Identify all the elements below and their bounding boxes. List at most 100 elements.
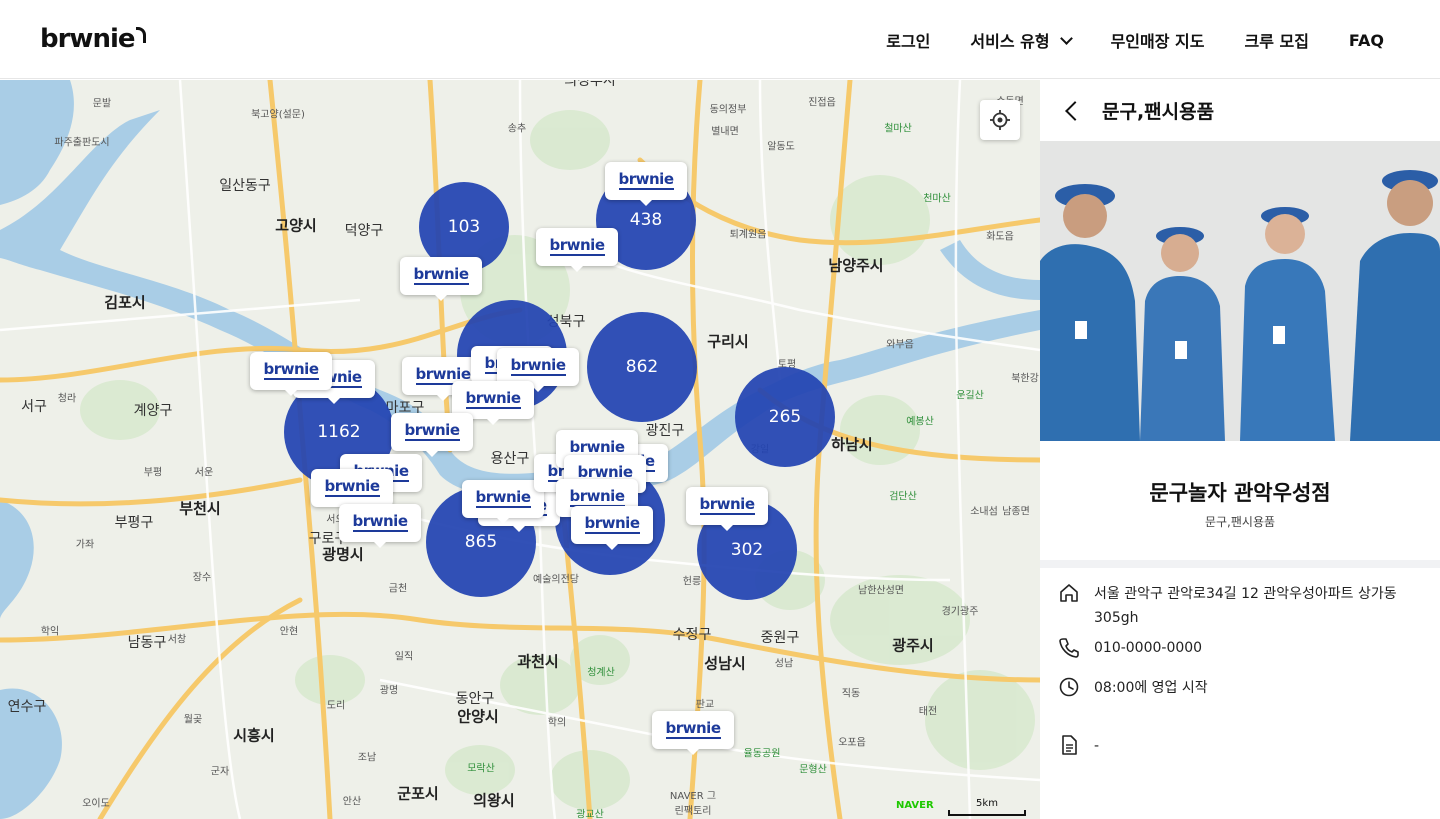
section-divider [1040, 560, 1440, 568]
nav-store-map-label: 무인매장 지도 [1110, 32, 1205, 51]
map-label-small: 퇴계원읍 [729, 229, 767, 241]
map-label-district: 덕양구 [344, 223, 384, 239]
map-label-small: 경기광주 [941, 606, 979, 618]
map-label-park: 검단산 [889, 491, 917, 503]
top-nav: 로그인 서비스 유형 무인매장 지도 크루 모집 FAQ [886, 28, 1384, 52]
panel-header: 문구,팬시용품 [1040, 80, 1440, 141]
map-label-city: 광주시 [892, 636, 934, 655]
map-label-park: 율동공원 [743, 748, 781, 760]
map-label-small: 소내섬 [970, 506, 998, 518]
nav-service-type-label: 서비스 유형 [970, 32, 1050, 51]
pin-logo: brwnie [465, 389, 521, 409]
map-store-pin[interactable]: brwnie [686, 487, 768, 531]
map-label-small: 조남 [357, 752, 377, 764]
map-label-small: 남한산성면 [858, 585, 904, 597]
map-label-park: 예봉산 [906, 416, 934, 428]
map-label-small: NAVER 그린팩토리 [669, 791, 717, 817]
store-category: 문구,팬시용품 [1204, 515, 1276, 529]
pin-logo: brwnie [352, 512, 408, 532]
map-store-pin[interactable]: brwnie [400, 257, 482, 301]
map-label-district: 동안구 [455, 691, 495, 707]
map-label-small: 장수 [192, 572, 212, 584]
map-label-small: 서운 [194, 467, 214, 479]
map-label-district: 일산동구 [219, 178, 271, 194]
map-label-park: 문형산 [799, 764, 827, 776]
nav-faq-label: FAQ [1348, 30, 1384, 50]
map-label-district: 남동구 [127, 635, 167, 651]
map-store-pin[interactable]: brwnie [339, 504, 421, 548]
map-store-pin[interactable]: brwnie [250, 352, 332, 396]
note-text: - [1094, 738, 1100, 754]
brwnie-logo[interactable]: brwnie [40, 24, 146, 54]
nav-service-type[interactable]: 서비스 유형 [970, 28, 1073, 52]
map-store-pin[interactable]: brwnie [536, 228, 618, 272]
map-label-city: 의왕시 [473, 791, 515, 810]
map-label-small: 금천 [388, 583, 408, 595]
locate-me-button[interactable] [980, 100, 1020, 140]
map-label-district: 서구 [21, 399, 47, 415]
map-label-small: 안산 [342, 796, 362, 808]
map-label-small: 학익 [40, 626, 60, 638]
nav-crew-recruit[interactable]: 크루 모집 [1244, 28, 1308, 52]
pin-logo: brwnie [475, 488, 531, 508]
map-label-district: 계양구 [133, 403, 173, 419]
map-store-pin[interactable]: brwnie [462, 480, 544, 524]
map-label-small: 파주출판도시 [54, 137, 110, 149]
map-label-park: 청계산 [587, 667, 615, 679]
nav-store-map[interactable]: 무인매장 지도 [1111, 28, 1205, 52]
map-label-district: 용산구 [490, 451, 530, 467]
map-label-small: 직동 [841, 688, 861, 700]
map-label-small: 판교 [695, 699, 715, 711]
map-cluster[interactable]: 862 [587, 312, 697, 422]
map-cluster[interactable]: 265 [735, 367, 835, 467]
map-label-district: 의정부시 [564, 80, 616, 89]
store-name: 문구놀자 관악우성점 [1149, 481, 1331, 505]
info-address: 서울 관악구 관악로34길 12 관악우성아파트 상가동 305gh [1040, 582, 1440, 630]
map-label-district: 부평구 [114, 515, 154, 531]
map-label-small: 일직 [394, 651, 414, 663]
map-label-city: 과천시 [517, 652, 559, 671]
map-store-pin[interactable]: brwnie [571, 506, 653, 550]
pin-logo: brwnie [510, 356, 566, 376]
pin-logo: brwnie [549, 236, 605, 256]
map-label-small: 부평 [143, 467, 163, 479]
nav-login[interactable]: 로그인 [886, 28, 930, 52]
pin-logo: brwnie [569, 487, 625, 507]
map-label-city: 군포시 [397, 784, 439, 803]
map-label-park: 모락산 [467, 763, 495, 775]
phone-text[interactable]: 010-0000-0000 [1094, 636, 1202, 660]
map-store-pin[interactable]: brwnie [605, 162, 687, 206]
store-detail-panel: 문구,팬시용품 문구놀자 관악우성점 문구,팬시용품 서울 관악구 관악로34길… [1040, 80, 1440, 819]
back-arrow-icon[interactable] [1065, 100, 1085, 121]
nav-crew-recruit-label: 크루 모집 [1244, 32, 1309, 51]
pin-logo: brwnie [699, 495, 755, 515]
map-label-city: 김포시 [104, 293, 146, 312]
map-label-small: 월곶 [183, 714, 203, 726]
store-map[interactable]: 고양시 김포시 남양주시 구리시 하남시 부천시 광명시 과천시 성남시 광주시… [0, 80, 1040, 819]
crew-photo-illustration [1040, 141, 1440, 441]
map-label-small: 별내면 [711, 126, 739, 138]
pin-logo: brwnie [665, 719, 721, 739]
info-hours: 08:00에 영업 시작 [1040, 676, 1440, 700]
pin-logo: brwnie [324, 477, 380, 497]
map-label-small: 광명 [379, 685, 399, 697]
map-label-small: 북고양(설문) [251, 109, 305, 121]
map-store-pin[interactable]: brwnie [652, 711, 734, 755]
map-label-city: 안양시 [457, 707, 499, 726]
hours-text: 08:00에 영업 시작 [1094, 680, 1208, 696]
document-icon [1062, 735, 1077, 755]
map-label-small: 예술의전당 [533, 574, 579, 586]
clock-icon [1059, 677, 1079, 697]
map-store-pin[interactable]: brwnie [391, 413, 473, 457]
map-label-small: 도리 [326, 700, 346, 712]
map-scale-label: 5km [976, 798, 998, 809]
address-text: 서울 관악구 관악로34길 12 관악우성아파트 상가동 305gh [1094, 586, 1397, 626]
map-store-pin[interactable]: brwnie [311, 469, 393, 513]
nav-faq[interactable]: FAQ [1349, 31, 1384, 50]
map-label-small: 성남 [774, 658, 794, 670]
map-label-small: 동의정부 [709, 104, 747, 116]
map-label-park: 운길산 [956, 390, 984, 402]
map-label-city: 성남시 [704, 654, 746, 673]
info-phone: 010-0000-0000 [1040, 636, 1440, 660]
map-label-district: 수정구 [672, 627, 712, 643]
